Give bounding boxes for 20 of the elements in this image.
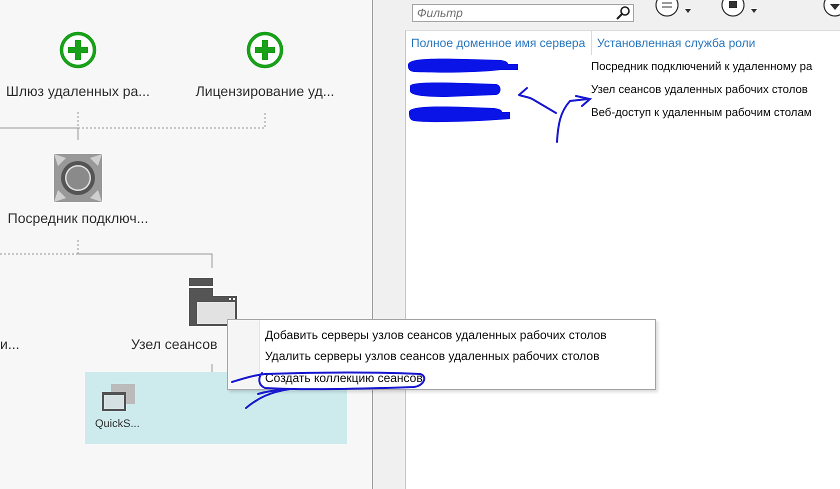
node-label[interactable]: Лицензирование уд... — [196, 82, 334, 100]
table-cell: Веб-доступ к удаленным рабочим столам — [591, 106, 812, 118]
menu-item[interactable]: Добавить серверы узлов сеансов удаленных рабочих столов — [265, 325, 607, 346]
table-cell: Посредник подключений к удаленному ра — [591, 60, 812, 72]
node-label[interactable]: Шлюз удаленных ра... — [6, 82, 150, 100]
filter-field[interactable]: Фильтр — [412, 4, 634, 22]
node-label[interactable]: Посредник подключ... — [8, 209, 148, 227]
handwritten-arrow-drawing — [245, 388, 291, 409]
node-label[interactable]: Узел сеансов — [131, 335, 218, 353]
column-header[interactable]: Полное доменное имя сервера — [406, 31, 592, 55]
table-cell: Узел сеансов удаленных рабочих столов — [591, 84, 808, 96]
add-icon[interactable] — [246, 31, 284, 69]
broker-icon[interactable] — [54, 154, 102, 202]
add-icon[interactable] — [59, 31, 97, 69]
menu-item[interactable]: Удалить серверы узлов сеансов удаленных рабочих столов — [265, 346, 600, 368]
collection-label: QuickS... — [95, 418, 140, 430]
collection-icon — [102, 384, 136, 412]
column-header[interactable]: Установленная служба роли — [592, 36, 760, 50]
node-label[interactable]: и... — [0, 335, 20, 353]
server-window-icon[interactable] — [189, 278, 237, 326]
